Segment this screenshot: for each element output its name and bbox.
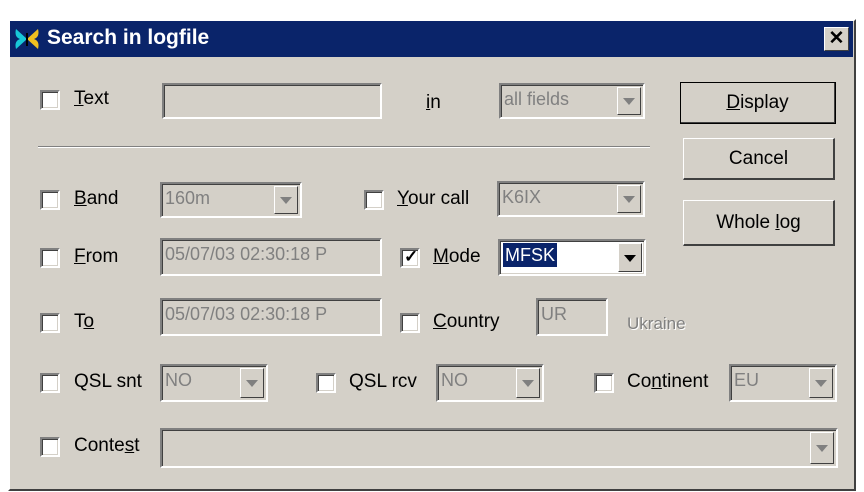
fields-dropdown-button[interactable] [617,87,641,115]
whole-log-button[interactable]: Whole log [683,200,835,246]
mode-dropdown-button[interactable] [618,243,642,272]
contest-select[interactable] [160,428,838,468]
band-label: Band [74,188,119,209]
qsl-rcv-label: QSL rcv [349,371,417,392]
chevron-down-icon [624,254,636,262]
chevron-down-icon [246,380,258,387]
text-label: Text [74,88,109,109]
checkmark-icon: ✓ [404,247,419,266]
contest-label: Contest [74,435,140,456]
country-name-label: Ukraine [627,314,686,333]
from-label: From [74,246,119,267]
to-checkbox[interactable] [40,313,60,333]
qsl-snt-select[interactable]: NO [160,364,268,402]
continent-checkbox[interactable] [594,373,614,393]
your-call-dropdown-button[interactable] [617,185,641,213]
fields-select[interactable]: all fields [499,83,645,119]
text-search-input[interactable] [162,83,382,119]
mode-label: Mode [433,246,481,267]
chevron-down-icon [280,197,292,204]
window-title: Search in logfile [47,26,210,49]
band-checkbox[interactable] [40,190,60,210]
butterfly-app-icon [15,29,39,49]
from-checkbox[interactable] [40,248,60,268]
contest-checkbox[interactable] [40,437,60,457]
continent-select[interactable]: EU [729,364,837,402]
your-call-label: Your call [397,188,470,209]
from-date-input[interactable]: 05/07/03 02:30:18 P [160,238,382,276]
country-label: Country [433,311,500,332]
qsl-rcv-select[interactable]: NO [436,364,544,402]
text-checkbox[interactable] [40,90,60,110]
continent-label: Continent [627,371,709,392]
your-call-checkbox[interactable] [364,190,384,210]
mode-select[interactable]: MFSK [498,239,646,276]
contest-dropdown-button[interactable] [810,432,834,464]
country-input[interactable]: UR [536,298,608,336]
your-call-select[interactable]: K6IX [497,181,645,217]
qsl-snt-dropdown-button[interactable] [240,368,264,398]
qsl-rcv-checkbox[interactable] [316,373,336,393]
chevron-down-icon [623,196,635,203]
qsl-snt-label: QSL snt [74,371,142,392]
close-button[interactable]: ✕ [824,27,849,51]
continent-dropdown-button[interactable] [809,368,833,398]
qsl-snt-checkbox[interactable] [40,373,60,393]
to-date-input[interactable]: 05/07/03 02:30:18 P [160,298,382,336]
country-checkbox[interactable] [400,313,420,333]
qsl-rcv-dropdown-button[interactable] [516,368,540,398]
chevron-down-icon [522,380,534,387]
separator [38,146,650,148]
band-dropdown-button[interactable] [274,186,298,214]
close-icon: ✕ [828,28,845,49]
mode-checkbox[interactable]: ✓ [400,247,420,268]
in-label: in [426,92,441,113]
to-label: To [74,311,95,332]
chevron-down-icon [816,445,828,452]
chevron-down-icon [815,380,827,387]
cancel-button[interactable]: Cancel [683,138,835,180]
display-button[interactable]: Display [680,82,836,124]
chevron-down-icon [623,98,635,105]
band-select[interactable]: 160m [160,182,302,218]
